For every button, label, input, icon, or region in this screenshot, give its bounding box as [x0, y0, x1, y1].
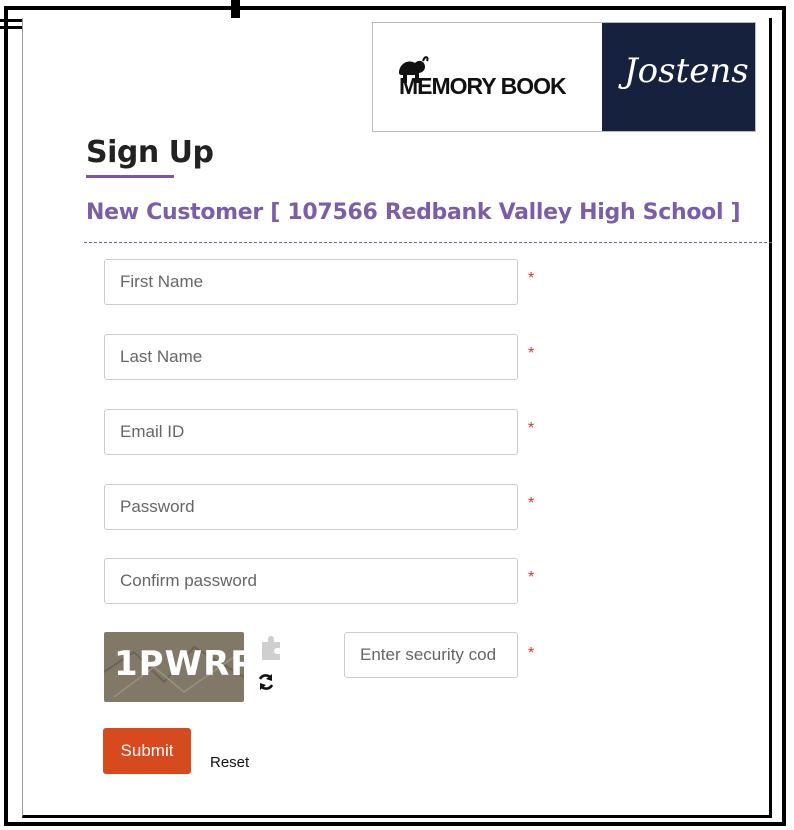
section-divider	[84, 242, 772, 243]
brand-logos: MEMORY BOOK Jostens	[372, 22, 756, 132]
jostens-text: Jostens	[624, 51, 749, 91]
frame-decoration	[0, 26, 22, 29]
confirm-password-input[interactable]	[104, 558, 518, 604]
email-input[interactable]	[104, 409, 518, 455]
last-name-input[interactable]	[104, 334, 518, 380]
submit-button[interactable]: Submit	[103, 728, 191, 774]
title-underline	[86, 175, 174, 178]
jostens-logo: Jostens	[602, 23, 755, 131]
frame-decoration	[231, 0, 240, 20]
refresh-captcha-icon[interactable]	[256, 672, 276, 692]
password-input[interactable]	[104, 484, 518, 530]
customer-subtitle: New Customer [ 107566 Redbank Valley Hig…	[86, 200, 741, 225]
page-title: Sign Up	[86, 135, 214, 170]
required-marker: *	[528, 345, 535, 362]
puzzle-icon[interactable]	[258, 634, 284, 660]
frame-decoration	[0, 19, 22, 22]
required-marker: *	[528, 495, 535, 512]
reset-link[interactable]: Reset	[210, 754, 249, 771]
security-code-input[interactable]	[344, 632, 518, 678]
first-name-input[interactable]	[104, 259, 518, 305]
required-marker: *	[528, 645, 535, 662]
required-marker: *	[528, 569, 535, 586]
required-marker: *	[528, 420, 535, 437]
memory-book-text: MEMORY BOOK	[399, 73, 567, 99]
captcha-text: 1PWRP	[114, 644, 244, 684]
required-marker: *	[528, 270, 535, 287]
captcha-image: 1PWRP	[104, 632, 244, 702]
memory-book-logo: MEMORY BOOK	[387, 51, 587, 107]
